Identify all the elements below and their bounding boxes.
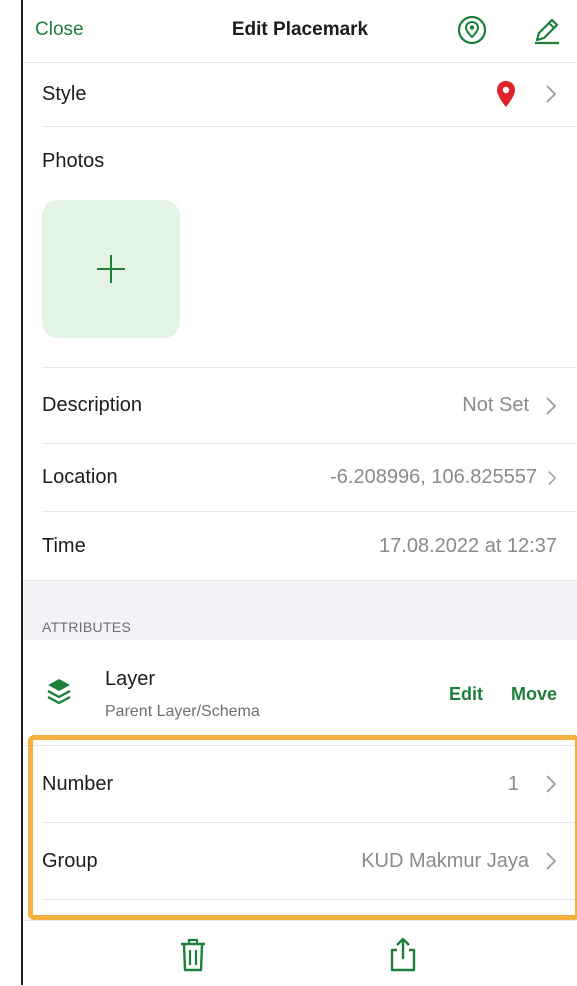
layer-subtitle: Parent Layer/Schema bbox=[105, 703, 260, 720]
map-marker-circle-icon[interactable] bbox=[456, 14, 488, 46]
chevron-right-icon bbox=[546, 396, 557, 415]
map-pin-icon bbox=[497, 81, 515, 107]
location-row[interactable]: Location -6.208996, 106.825557 bbox=[42, 444, 577, 512]
time-row: Time 17.08.2022 at 12:37 bbox=[42, 512, 577, 580]
description-label: Description bbox=[42, 394, 143, 416]
location-value: -6.208996, 106.825557 bbox=[330, 466, 537, 488]
group-value: KUD Makmur Jaya bbox=[361, 849, 529, 872]
description-value: Not Set bbox=[462, 394, 529, 416]
style-row[interactable]: Style bbox=[42, 62, 577, 127]
time-value: 17.08.2022 at 12:37 bbox=[379, 534, 557, 557]
trash-icon[interactable] bbox=[177, 937, 209, 973]
location-label: Location bbox=[42, 466, 118, 488]
group-field-row[interactable]: Group KUD Makmur Jaya bbox=[42, 823, 577, 900]
chevron-right-icon bbox=[546, 852, 557, 870]
add-photo-button[interactable] bbox=[42, 200, 180, 338]
layers-icon bbox=[47, 679, 71, 705]
pencil-icon[interactable] bbox=[531, 14, 563, 46]
chevron-right-icon bbox=[546, 775, 557, 793]
chevron-right-icon bbox=[546, 85, 557, 103]
photos-label: Photos bbox=[42, 150, 105, 172]
layer-edit-button[interactable]: Edit bbox=[449, 684, 483, 705]
time-label: Time bbox=[42, 534, 86, 557]
number-label: Number bbox=[42, 772, 114, 795]
description-row[interactable]: Description Not Set bbox=[42, 368, 577, 444]
attributes-header: ATTRIBUTES bbox=[42, 619, 132, 635]
app-screen: Close Edit Placemark Style Photos Descri… bbox=[21, 0, 577, 986]
number-value: 1 bbox=[507, 772, 519, 795]
number-field-row[interactable]: Number 1 bbox=[42, 746, 577, 823]
style-label: Style bbox=[42, 82, 87, 105]
group-label: Group bbox=[42, 849, 98, 872]
layer-title: Layer bbox=[105, 668, 156, 690]
page-title: Edit Placemark bbox=[231, 19, 369, 40]
navigation-bar: Close Edit Placemark bbox=[23, 0, 577, 63]
layer-move-button[interactable]: Move bbox=[511, 684, 557, 705]
share-icon[interactable] bbox=[387, 937, 419, 973]
bottom-toolbar bbox=[23, 920, 577, 986]
chevron-right-icon bbox=[548, 470, 557, 485]
plus-icon bbox=[97, 255, 125, 283]
